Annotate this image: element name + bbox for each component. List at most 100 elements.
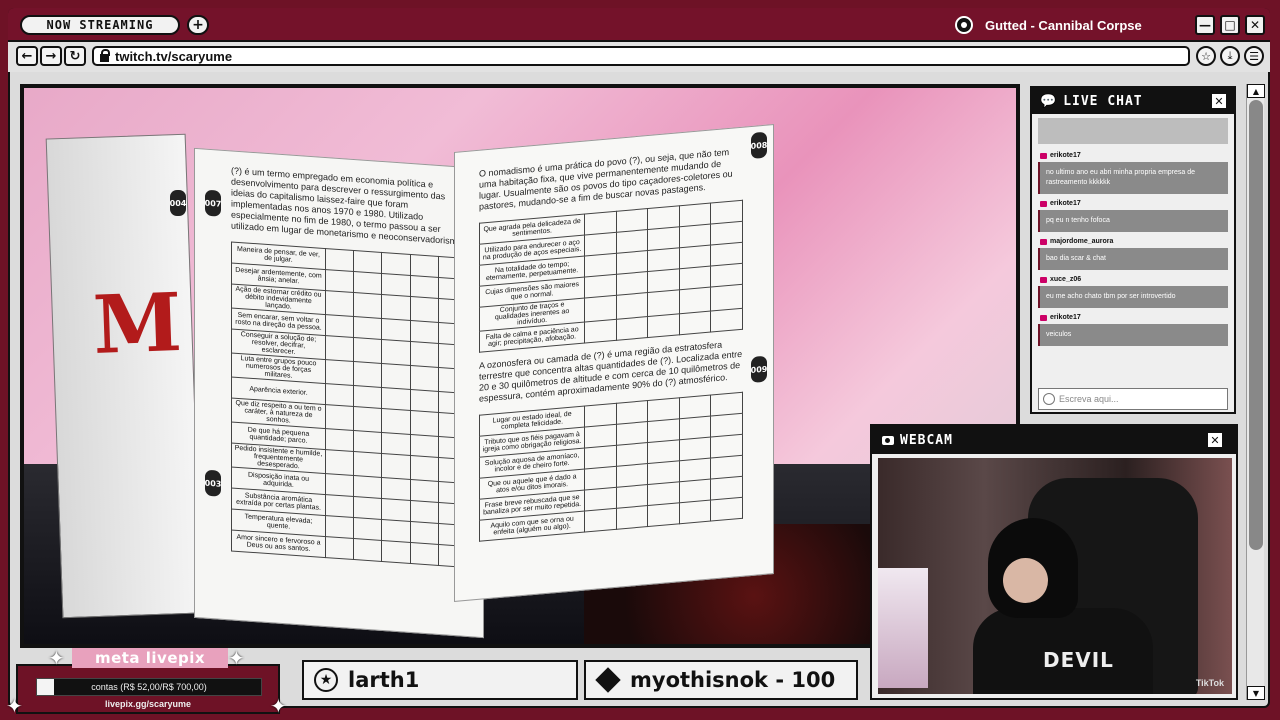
scroll-thumb[interactable] <box>1249 100 1263 550</box>
chat-input[interactable]: Escreva aqui... <box>1038 388 1228 410</box>
now-playing-text: Gutted - Cannibal Corpse <box>985 17 1142 33</box>
minimize-button[interactable]: — <box>1195 15 1215 35</box>
latest-sub-box: myothisnok - 100 <box>584 660 858 700</box>
address-bar[interactable]: twitch.tv/scaryume <box>92 46 1190 66</box>
chat-title: LIVE CHAT <box>1063 93 1143 109</box>
table-cell-blank <box>410 521 439 545</box>
book-cover-title: M <box>91 274 184 373</box>
user-badge-icon <box>1040 276 1047 283</box>
table-cell-blank <box>616 505 648 530</box>
back-button[interactable]: ← <box>16 46 38 66</box>
webcam-title: WEBCAM <box>900 432 953 448</box>
table-cell-blank <box>353 430 382 454</box>
page-number: 003 <box>205 469 221 497</box>
table-cell-blank <box>710 221 743 246</box>
goal-progress-fill <box>37 679 54 695</box>
table-cell-blank <box>381 387 411 411</box>
forward-button[interactable]: → <box>40 46 62 66</box>
table-cell-blank <box>325 515 354 539</box>
chat-username[interactable]: erikote17 <box>1040 200 1228 207</box>
close-window-button[interactable]: ✕ <box>1245 15 1265 35</box>
chat-username[interactable]: xuce_z06 <box>1040 276 1228 283</box>
now-streaming-badge: NOW STREAMING <box>20 15 180 35</box>
menu-icon[interactable]: ☰ <box>1244 46 1264 66</box>
download-icon[interactable]: ⤓ <box>1220 46 1240 66</box>
stream-video: M 007 003 (?) é um termo empregado em ec… <box>24 88 1016 644</box>
chat-messages[interactable]: erikote17 no ultimo ano eu abri minha pro… <box>1038 118 1228 382</box>
add-tab-button[interactable]: + <box>187 15 209 35</box>
table-cell-blank <box>647 247 680 272</box>
maximize-button[interactable]: □ <box>1220 15 1240 35</box>
emoji-icon[interactable] <box>1043 393 1055 405</box>
user-badge-icon <box>1040 314 1047 321</box>
table-cell-blank <box>710 263 743 288</box>
table-cell-blank <box>679 311 711 335</box>
table-cell-blank <box>381 540 411 564</box>
table-cell-blank <box>410 434 439 458</box>
webcam-close-button[interactable]: ✕ <box>1206 431 1224 449</box>
chat-username[interactable]: erikote17 <box>1040 152 1228 159</box>
lock-icon <box>100 48 110 62</box>
chat-message: eu me acho chato tbm por ser introvertid… <box>1038 286 1228 308</box>
table-cell-blank <box>647 502 680 527</box>
table-cell-blank <box>353 538 382 562</box>
page-scrollbar[interactable]: ▲ ▼ <box>1246 84 1265 700</box>
user-badge-icon <box>1040 200 1047 207</box>
table-cell-blank <box>325 473 354 497</box>
table-cell-blank <box>410 365 439 392</box>
table-cell-blank <box>616 463 648 488</box>
table-cell-blank <box>710 413 743 438</box>
table-cell-blank <box>584 466 617 491</box>
table-cell-blank <box>679 479 711 503</box>
table-cell-blank <box>353 361 382 388</box>
shirt-text: DEVIL <box>1043 648 1114 672</box>
table-cell-blank <box>381 294 411 321</box>
table-cell-blank <box>381 477 411 501</box>
goal-progress-bar: contas (R$ 52,00/R$ 700,00) <box>36 678 262 696</box>
table-cell-blank <box>616 271 648 296</box>
table-cell-blank <box>584 403 617 428</box>
table-cell-blank <box>679 500 711 524</box>
table-cell-blank <box>381 339 411 366</box>
table-cell-blank <box>647 481 680 506</box>
table-cell-blank <box>584 253 617 278</box>
table-cell-blank <box>353 517 382 541</box>
table-cell-blank <box>325 359 354 386</box>
left-page-table: Maneira de pensar, de ver, de julgar. Des… <box>231 241 467 568</box>
table-cell-blank <box>584 211 617 236</box>
table-cell-blank <box>710 242 743 267</box>
chat-username[interactable]: majordome_aurora <box>1040 238 1228 245</box>
table-cell-blank <box>616 250 648 275</box>
table-cell-blank <box>679 266 711 290</box>
webcam-feed: DEVIL TikTok <box>878 458 1232 694</box>
table-cell-blank <box>710 455 743 480</box>
table-cell-blank <box>679 437 711 461</box>
chat-close-button[interactable]: ✕ <box>1210 92 1228 110</box>
reload-button[interactable]: ↻ <box>64 46 86 66</box>
table-cell-blank <box>381 498 411 522</box>
table-cell-blank <box>710 476 743 501</box>
table-cell-blank <box>381 252 411 276</box>
table-cell-blank <box>679 416 711 440</box>
table-cell-blank <box>679 245 711 269</box>
table-cell-blank <box>410 479 439 503</box>
table-cell-blank <box>353 337 382 364</box>
table-cell-blank <box>410 410 439 437</box>
table-cell-blank <box>325 494 354 518</box>
chat-message: veiculos <box>1038 324 1228 346</box>
table-cell-blank <box>616 400 648 425</box>
star-icon: ✦ <box>228 646 245 670</box>
disc-icon <box>955 16 973 34</box>
page-number: 009 <box>751 355 767 384</box>
live-chat-panel: 💬 LIVE CHAT ✕ erikote17 no ultimo ano eu … <box>1030 86 1236 414</box>
bookmark-star-icon[interactable]: ☆ <box>1196 46 1216 66</box>
table-cell-blank <box>584 319 617 344</box>
table-cell-blank <box>381 318 411 342</box>
chat-message: no ultimo ano eu abri minha propria empr… <box>1038 162 1228 194</box>
scroll-up-arrow[interactable]: ▲ <box>1247 84 1265 98</box>
goal-url: livepix.gg/scaryume <box>104 699 192 709</box>
table-cell-blank <box>381 453 411 480</box>
table-cell-blank <box>410 455 439 482</box>
scroll-down-arrow[interactable]: ▼ <box>1247 686 1265 700</box>
chat-username[interactable]: erikote17 <box>1040 314 1228 321</box>
